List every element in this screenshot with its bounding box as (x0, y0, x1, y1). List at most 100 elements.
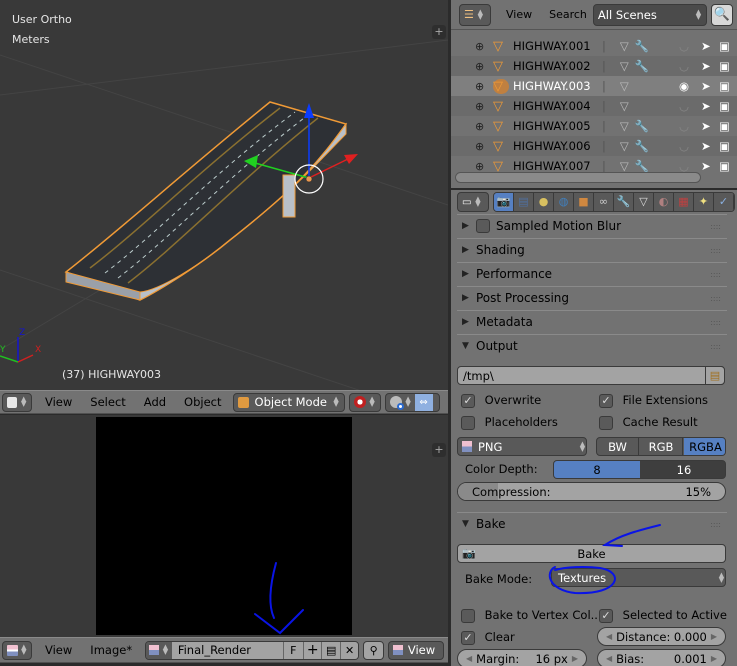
open-image-folder-icon[interactable]: ▤ (321, 641, 340, 659)
panel-header[interactable]: ▶ Shading:::: (457, 238, 727, 261)
color-depth-16[interactable]: 16 (641, 461, 725, 478)
mode-dropdown[interactable]: Object Mode ▲ ▼ (232, 392, 345, 412)
cursor-select-icon[interactable]: ➤ (701, 39, 711, 53)
selected-to-active-checkbox[interactable]: ✓ Selected to Active (599, 608, 727, 623)
wrench-icon[interactable]: 🔧 (635, 59, 651, 73)
tab-texture[interactable]: ▦ (674, 193, 694, 211)
viewport-shading-dropdown[interactable]: ▲ ▼ (348, 392, 381, 412)
eye-closed-icon[interactable]: ◡ (679, 159, 689, 173)
drag-grip-icon[interactable]: :::: (710, 246, 721, 255)
bake-to-vertex-checkbox[interactable]: Bake to Vertex Col... (461, 608, 602, 623)
wrench-icon[interactable]: 🔧 (635, 119, 651, 133)
wrench-icon[interactable]: 🔧 (635, 39, 651, 53)
drag-grip-icon[interactable]: :::: (710, 318, 721, 327)
cursor-select-icon[interactable]: ➤ (701, 59, 711, 73)
tab-modifiers[interactable]: 🔧 (614, 193, 634, 211)
increment-arrow-icon[interactable]: ▶ (711, 654, 717, 663)
object-name[interactable]: HIGHWAY.005 (513, 119, 598, 133)
tab-physics[interactable]: ✓ (714, 193, 734, 211)
margin-field[interactable]: ◀ Margin: 16 px ▶ (457, 649, 587, 666)
3d-viewport[interactable]: Z Y X User Ortho Meters (37) HIGHWAY003 … (0, 0, 448, 390)
eye-closed-icon[interactable]: ◡ (679, 139, 689, 153)
object-name[interactable]: HIGHWAY.002 (513, 59, 598, 73)
color-mode-bw[interactable]: BW (597, 438, 639, 455)
tab-particles[interactable]: ✦ (694, 193, 714, 211)
tab-render-layers[interactable]: ▤ (514, 193, 534, 211)
wrench-icon[interactable]: 🔧 (635, 139, 651, 153)
panel-bake-header[interactable]: ▼ Bake :::: (457, 512, 727, 535)
color-depth-8[interactable]: 8 (554, 461, 640, 478)
highway-object[interactable] (64, 101, 348, 301)
render-camera-icon[interactable]: ▣ (719, 79, 730, 93)
expand-plus-icon[interactable]: ⊕ (475, 160, 485, 173)
search-icon[interactable]: 🔍 (710, 3, 733, 26)
clear-checkbox[interactable]: ✓ Clear (461, 630, 515, 645)
color-mode-rgb[interactable]: RGB (640, 438, 683, 455)
overwrite-checkbox[interactable]: ✓ Overwrite (461, 393, 541, 408)
mesh-data-icon[interactable]: ▽ (620, 119, 629, 133)
decrement-arrow-icon[interactable]: ◀ (606, 632, 612, 641)
new-image-plus-icon[interactable]: + (302, 641, 322, 659)
expand-plus-icon[interactable]: ⊕ (475, 140, 485, 153)
render-camera-icon[interactable]: ▣ (719, 59, 730, 73)
outliner-row[interactable]: ⊕ ▽ HIGHWAY.005 | ▽ 🔧 ◡ ➤ ▣ (451, 116, 737, 136)
distance-field[interactable]: ◀ Distance: 0.000 ▶ (597, 627, 726, 646)
object-name[interactable]: HIGHWAY.004 (513, 99, 598, 113)
drag-grip-icon[interactable]: :::: (710, 270, 721, 279)
browse-folder-icon[interactable]: ▤ (705, 366, 725, 385)
outliner-row[interactable]: ⊕ ▽ HIGHWAY.006 | ▽ 🔧 ◡ ➤ ▣ (451, 136, 737, 156)
menu-select[interactable]: Select (81, 395, 134, 409)
cursor-select-icon[interactable]: ➤ (701, 79, 711, 93)
object-name[interactable]: HIGHWAY.006 (513, 139, 598, 153)
tab-material[interactable]: ◐ (654, 193, 674, 211)
menu-image[interactable]: Image* (81, 643, 141, 657)
menu-object[interactable]: Object (175, 395, 230, 409)
cursor-select-icon[interactable]: ➤ (701, 139, 711, 153)
editor-type-button[interactable]: ▲ ▼ (2, 392, 32, 412)
cursor-select-icon[interactable]: ➤ (701, 99, 711, 113)
tab-scene[interactable]: ● (534, 193, 554, 211)
tab-object[interactable]: ■ (574, 193, 594, 211)
drag-grip-icon[interactable]: :::: (710, 520, 721, 529)
fake-user-button[interactable]: F (282, 641, 303, 659)
panel-header[interactable]: ▶ Post Processing:::: (457, 286, 727, 309)
image-name-field[interactable]: Final_Render (171, 641, 283, 659)
pivot-point-dropdown[interactable]: ▲ ▼ ⇔ (384, 392, 440, 412)
object-name[interactable]: HIGHWAY.007 (513, 159, 598, 173)
tab-world[interactable]: ◍ (554, 193, 574, 211)
decrement-arrow-icon[interactable]: ◀ (466, 654, 472, 663)
manipulator-icon[interactable]: ⇔ (414, 393, 433, 411)
color-mode-rgba[interactable]: RGBA (684, 438, 725, 455)
drag-grip-icon[interactable]: :::: (710, 342, 721, 351)
increment-arrow-icon[interactable]: ▶ (711, 632, 717, 641)
expand-plus-icon[interactable]: ⊕ (475, 120, 485, 133)
render-camera-icon[interactable]: ▣ (719, 139, 730, 153)
sidebar-toggle-plus-icon[interactable]: + (432, 443, 446, 457)
compression-slider[interactable]: Compression: 15% (457, 482, 726, 501)
expand-plus-icon[interactable]: ⊕ (475, 40, 485, 53)
eye-closed-icon[interactable]: ◡ (679, 59, 689, 73)
bias-field[interactable]: ◀ Bias: 0.001 ▶ (597, 649, 726, 666)
bake-button[interactable]: 📷 Bake (457, 544, 726, 563)
object-name[interactable]: HIGHWAY.003 (513, 79, 598, 93)
panel-output-header[interactable]: ▼ Output :::: (457, 334, 727, 357)
image-editor[interactable]: + (0, 415, 448, 637)
render-result-image[interactable] (96, 417, 352, 635)
outliner-row[interactable]: ⊕ ▽ HIGHWAY.004 | ▽ ◡ ➤ ▣ (451, 96, 737, 116)
unlink-image-close-icon[interactable]: ✕ (339, 641, 359, 659)
mesh-data-icon[interactable]: ▽ (620, 79, 629, 93)
bake-mode-dropdown[interactable]: Textures ▲ ▼ (551, 568, 726, 587)
drag-grip-icon[interactable]: :::: (710, 222, 721, 231)
render-camera-icon[interactable]: ▣ (719, 119, 730, 133)
tab-constraints[interactable]: ∞ (594, 193, 614, 211)
view-display-dropdown[interactable]: View (387, 640, 445, 660)
browse-image-button[interactable]: ▲ ▼ (146, 641, 172, 659)
panel-header[interactable]: ▶ Performance:::: (457, 262, 727, 285)
cache-result-checkbox[interactable]: Cache Result (599, 415, 698, 430)
cursor-select-icon[interactable]: ➤ (701, 119, 711, 133)
mesh-data-icon[interactable]: ▽ (620, 59, 629, 73)
expand-plus-icon[interactable]: ⊕ (475, 100, 485, 113)
file-extensions-checkbox[interactable]: ✓ File Extensions (599, 393, 708, 408)
editor-type-button[interactable]: ▲ ▼ (2, 640, 32, 660)
file-format-dropdown[interactable]: PNG ▲ ▼ (457, 437, 587, 456)
